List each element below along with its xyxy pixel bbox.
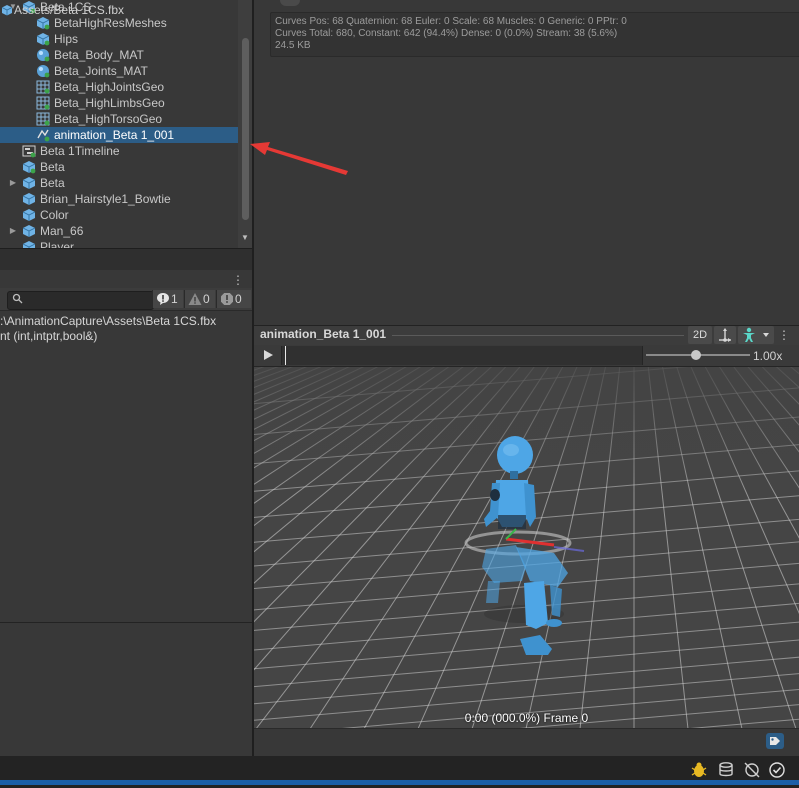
- expand-arrow-right-icon[interactable]: ▶: [8, 223, 18, 239]
- hierarchy-item[interactable]: Beta: [0, 159, 238, 175]
- hierarchy-item[interactable]: Beta_HighJointsGeo: [0, 79, 238, 95]
- prefab-icon: [22, 208, 36, 222]
- playback-speed-label: 1.00x: [753, 349, 783, 363]
- hierarchy-item-label: BetaHighResMeshes: [54, 16, 167, 30]
- hierarchy-item[interactable]: Hips: [0, 31, 238, 47]
- hierarchy-item-label: Beta_HighJointsGeo: [54, 80, 165, 94]
- asset-path-label: Assets/Beta 1CS.fbx: [14, 3, 125, 17]
- timeline-playhead[interactable]: [285, 346, 286, 365]
- clip-size-line: 24.5 KB: [275, 40, 311, 51]
- status-progress-bar: [0, 780, 799, 785]
- info-box-grip: [280, 0, 300, 6]
- material-icon: [36, 48, 50, 62]
- prefab-model-icon: [22, 160, 36, 174]
- hierarchy-item[interactable]: Brian_Hairstyle1_Bowtie: [0, 191, 238, 207]
- hierarchy-item[interactable]: Color: [0, 207, 238, 223]
- progress-check-icon[interactable]: [767, 760, 787, 780]
- humanoid-avatar-icon: [743, 327, 769, 342]
- console-log-line[interactable]: nt (int,intptr,bool&): [0, 329, 97, 343]
- hierarchy-item-label: Beta_Joints_MAT: [54, 64, 148, 78]
- hierarchy-item-label: Brian_Hairstyle1_Bowtie: [40, 192, 171, 206]
- preview-title: animation_Beta 1_001: [260, 327, 387, 341]
- prefab-model-icon: [36, 16, 50, 30]
- mesh-icon: [36, 96, 50, 110]
- prefab-model-icon: [1, 5, 13, 16]
- hierarchy-item-label: Man_66: [40, 224, 84, 238]
- console-log-line[interactable]: :\AnimationCapture\Assets\Beta 1CS.fbx: [0, 314, 216, 328]
- hierarchy-item[interactable]: animation_Beta 1_001: [0, 127, 238, 143]
- scroll-down-arrow-icon[interactable]: ▼: [240, 233, 250, 243]
- animation-clip-icon: [36, 128, 50, 142]
- prefab-model-icon: [36, 32, 50, 46]
- hierarchy-item-label: Player: [40, 240, 75, 248]
- avatar-select-dropdown[interactable]: [738, 326, 774, 344]
- search-icon: [12, 293, 23, 304]
- pivot-toggle-button[interactable]: [714, 326, 736, 344]
- hierarchy-item-label: Beta: [40, 176, 65, 190]
- error-count-toggle[interactable]: 0: [216, 290, 251, 308]
- hierarchy-item[interactable]: Beta_HighTorsoGeo: [0, 111, 238, 127]
- hierarchy-item[interactable]: ▶ Man_66: [0, 223, 238, 239]
- hierarchy-item[interactable]: Beta 1Timeline: [0, 143, 238, 159]
- hierarchy-item[interactable]: BetaHighResMeshes: [0, 15, 238, 31]
- prefab-icon: [22, 224, 36, 238]
- animation-preview-viewport[interactable]: [254, 367, 799, 728]
- prefab-icon: [22, 240, 36, 248]
- toggle-2d-button[interactable]: 2D: [688, 326, 712, 344]
- console-menu-icon[interactable]: ⋮: [232, 274, 244, 286]
- mesh-icon: [36, 112, 50, 126]
- info-icon: [157, 293, 169, 305]
- hierarchy-item-label: Color: [40, 208, 69, 222]
- hierarchy-item-label: Beta_HighTorsoGeo: [54, 112, 163, 126]
- warning-count: 0: [203, 292, 210, 306]
- hierarchy-item[interactable]: Beta_Body_MAT: [0, 47, 238, 63]
- project-hierarchy-panel: ▼ Beta 1CS BetaHighResMeshes Hips Beta_Body_…: [0, 0, 252, 248]
- hierarchy-item[interactable]: Player: [0, 239, 238, 248]
- warning-icon: [188, 293, 202, 305]
- preview-more-menu-icon[interactable]: ⋮: [778, 326, 790, 344]
- asset-path-bar: [0, 248, 252, 271]
- playback-speed-slider-knob[interactable]: [690, 350, 701, 360]
- cache-server-icon[interactable]: [716, 760, 736, 780]
- curves-total-line: Curves Total: 680, Constant: 642 (94.4%)…: [275, 28, 618, 39]
- hierarchy-item-label: Beta_HighLimbsGeo: [54, 96, 165, 110]
- pivot-icon: [719, 328, 731, 342]
- hierarchy-item-label: Beta: [40, 160, 65, 174]
- mesh-icon: [36, 80, 50, 94]
- annotation-arrow: [250, 142, 348, 175]
- hierarchy-item[interactable]: Beta_Joints_MAT: [0, 63, 238, 79]
- prefab-icon: [22, 192, 36, 206]
- preview-title-rule: [392, 335, 684, 336]
- bug-icon[interactable]: [689, 760, 709, 780]
- auto-generate-lighting-off-icon[interactable]: [742, 760, 762, 780]
- hierarchy-item[interactable]: ▶ Beta: [0, 175, 238, 191]
- hierarchy-item[interactable]: Beta_HighLimbsGeo: [0, 95, 238, 111]
- curves-info-line: Curves Pos: 68 Quaternion: 68 Euler: 0 S…: [275, 16, 627, 27]
- error-count: 0: [235, 292, 242, 306]
- asset-labels-bar: [254, 728, 799, 757]
- preview-timeline-scrubber[interactable]: [281, 346, 643, 365]
- asset-label-icon[interactable]: [766, 733, 784, 749]
- hierarchy-item-label: Hips: [54, 32, 79, 46]
- info-count: 1: [171, 292, 178, 306]
- info-count-toggle[interactable]: 1: [152, 290, 183, 308]
- expand-arrow-right-icon[interactable]: ▶: [8, 175, 18, 191]
- warning-count-toggle[interactable]: 0: [184, 290, 215, 308]
- chevron-down-icon: [763, 333, 769, 337]
- hierarchy-item-label: animation_Beta 1_001: [54, 128, 175, 142]
- play-icon[interactable]: [260, 348, 276, 362]
- timeline-icon: [22, 144, 36, 158]
- hierarchy-item-label: Beta_Body_MAT: [54, 48, 144, 62]
- preview-frame-label: 0:00 (000.0%) Frame 0: [464, 711, 589, 725]
- console-detail-divider[interactable]: [0, 622, 252, 623]
- material-icon: [36, 64, 50, 78]
- prefab-icon: [22, 176, 36, 190]
- hierarchy-item-label: Beta 1Timeline: [40, 144, 120, 158]
- error-icon: [221, 293, 233, 305]
- console-search-input[interactable]: [7, 291, 154, 310]
- preview-scene: [254, 367, 799, 728]
- hierarchy-scrollbar-thumb[interactable]: [242, 38, 249, 220]
